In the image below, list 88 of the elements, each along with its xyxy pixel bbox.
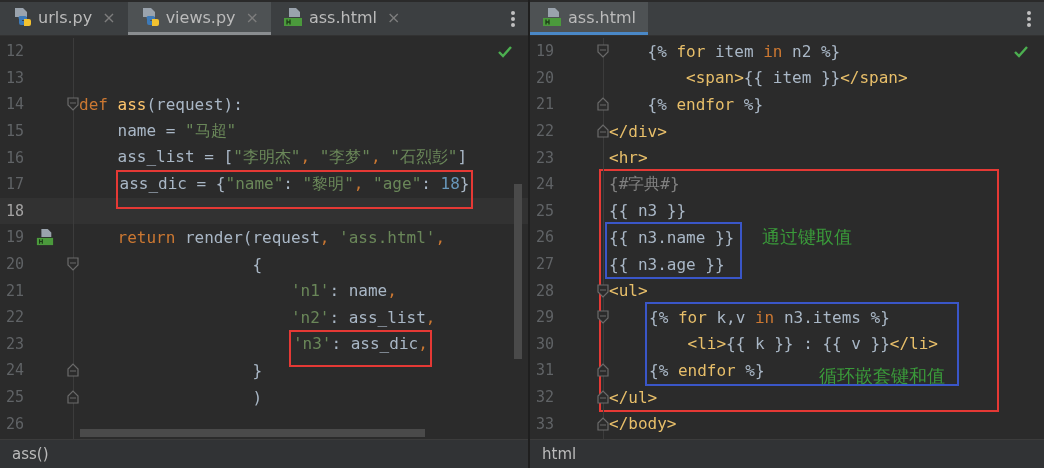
line-number: 22 bbox=[5, 308, 26, 327]
code-line: name = "马超" bbox=[116, 120, 237, 142]
fold-marker-icon[interactable] bbox=[67, 97, 79, 112]
line-number: 26 bbox=[5, 414, 26, 433]
code-line: {{ n3.age }} bbox=[609, 254, 725, 274]
code-line: {% for k,v in n3.items %} bbox=[649, 307, 890, 327]
line-number: 20 bbox=[5, 255, 26, 274]
checkmark-icon bbox=[498, 46, 512, 58]
code-line: {% for item in n2 %} bbox=[646, 41, 841, 61]
scrollbar-thumb[interactable] bbox=[514, 184, 522, 359]
fold-marker-icon[interactable] bbox=[597, 124, 609, 139]
fold-marker-icon[interactable] bbox=[597, 390, 609, 404]
line-number: 13 bbox=[5, 68, 26, 87]
line-number: 24 bbox=[5, 361, 26, 380]
code-line: {% endfor %} bbox=[649, 360, 765, 380]
editor-tab[interactable]: urls.py × bbox=[0, 2, 128, 35]
more-options-icon[interactable] bbox=[1026, 8, 1032, 29]
breadcrumb[interactable]: ass() bbox=[12, 445, 49, 463]
line-number: 18 bbox=[5, 201, 26, 220]
code-line: <ul> bbox=[609, 281, 648, 301]
fold-marker-icon[interactable] bbox=[597, 310, 609, 325]
code-line: {#字典#} bbox=[609, 173, 680, 195]
code-line: { bbox=[251, 254, 263, 274]
line-number: 20 bbox=[535, 68, 556, 87]
line-number: 30 bbox=[535, 334, 556, 353]
line-number: 21 bbox=[535, 95, 556, 114]
fold-marker-icon[interactable] bbox=[597, 363, 609, 378]
code-line: 'n2': ass_list, bbox=[289, 307, 436, 327]
python-file-icon bbox=[12, 7, 32, 27]
line-number: 17 bbox=[5, 175, 26, 194]
fold-marker-icon[interactable] bbox=[67, 257, 79, 272]
fold-marker-icon[interactable] bbox=[67, 390, 79, 404]
html-file-icon bbox=[542, 7, 562, 27]
code-line: {% endfor %} bbox=[646, 95, 764, 114]
breadcrumb[interactable]: html bbox=[542, 445, 577, 463]
editor-tab[interactable]: ass.html × bbox=[270, 2, 413, 35]
close-tab-button[interactable]: × bbox=[386, 7, 401, 27]
scrollbar-thumb[interactable] bbox=[80, 429, 425, 437]
line-number: 24 bbox=[535, 175, 556, 194]
line-number: 23 bbox=[5, 334, 26, 353]
editor-tab[interactable]: views.py × bbox=[127, 2, 271, 35]
line-number: 23 bbox=[535, 148, 556, 167]
code-line: <hr> bbox=[609, 148, 648, 168]
line-number: 15 bbox=[5, 122, 26, 141]
line-number: 22 bbox=[535, 122, 556, 141]
code-line: </ul> bbox=[609, 387, 658, 407]
highlighted-code: 'n3': ass_dic, bbox=[290, 332, 430, 366]
line-number: 29 bbox=[535, 308, 556, 327]
annotation-note: 通过键取值 bbox=[762, 225, 853, 250]
line-number: 27 bbox=[535, 255, 556, 274]
line-number: 26 bbox=[535, 228, 556, 247]
code-line: 'n1': name, bbox=[289, 281, 397, 301]
code-line: </body> bbox=[609, 414, 677, 434]
line-number: 14 bbox=[5, 95, 26, 114]
code-line: <span>{{ item }}</span> bbox=[685, 68, 908, 88]
code-line: } bbox=[251, 360, 263, 380]
line-number: 31 bbox=[535, 361, 556, 380]
line-number: 12 bbox=[5, 42, 26, 61]
line-number: 19 bbox=[5, 228, 26, 247]
fold-marker-icon[interactable] bbox=[597, 416, 609, 431]
line-number: 21 bbox=[5, 281, 26, 300]
checkmark-icon bbox=[1014, 46, 1028, 58]
highlighted-code: ass_dic = {"name": "黎明", "age": 18} bbox=[117, 171, 472, 207]
code-line: def ass(request): bbox=[79, 95, 243, 114]
close-tab-button[interactable]: × bbox=[102, 7, 116, 27]
code-line: {{ n3.name }} bbox=[609, 227, 735, 247]
line-number: 32 bbox=[535, 388, 556, 406]
annotation-note: 循环嵌套键和值 bbox=[819, 363, 945, 388]
line-number: 25 bbox=[5, 388, 26, 406]
line-number: 19 bbox=[535, 42, 556, 61]
code-line: <li>{{ k }} : {{ v }}</li> bbox=[686, 334, 938, 354]
code-line: </div> bbox=[609, 121, 667, 141]
fold-marker-icon[interactable] bbox=[597, 283, 609, 298]
line-number: 33 bbox=[535, 414, 556, 433]
line-number: 16 bbox=[5, 148, 26, 167]
more-options-icon[interactable] bbox=[510, 8, 516, 29]
code-line: ass_list = ["李明杰", "李梦", "石烈彭"] bbox=[116, 147, 468, 169]
fold-marker-icon[interactable] bbox=[597, 97, 609, 112]
code-line: {{ n3 }} bbox=[609, 201, 687, 221]
fold-marker-icon[interactable] bbox=[67, 363, 79, 378]
code-line: return render(request, 'ass.html', bbox=[116, 227, 446, 247]
html-file-icon[interactable] bbox=[36, 228, 54, 247]
fold-marker-icon[interactable] bbox=[597, 44, 609, 59]
line-number: 28 bbox=[535, 281, 556, 300]
editor-tab[interactable]: ass.html bbox=[530, 2, 648, 35]
html-file-icon bbox=[282, 7, 303, 27]
line-number: 25 bbox=[535, 201, 556, 220]
code-line: ) bbox=[251, 387, 263, 407]
